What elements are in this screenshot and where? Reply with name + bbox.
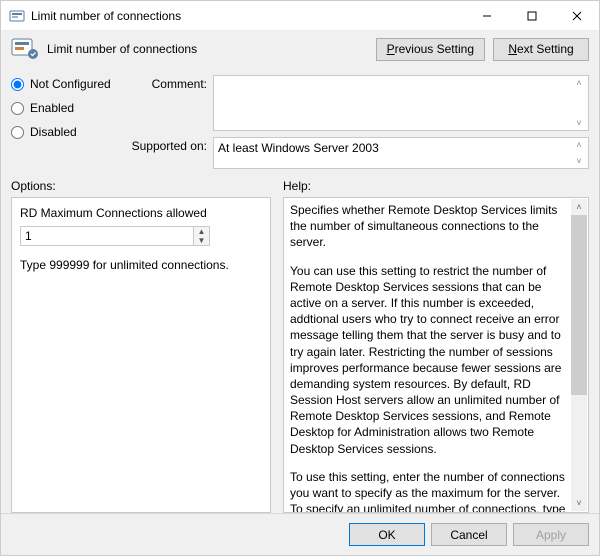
supported-label: Supported on: (129, 137, 207, 153)
policy-header: Limit number of connections Previous Set… (11, 37, 589, 61)
supported-field: At least Windows Server 2003 ˄ ˅ (213, 137, 589, 169)
max-connections-stepper[interactable]: ▲ ▼ (20, 226, 210, 246)
scroll-down-icon[interactable]: ˅ (571, 495, 587, 511)
help-paragraph: To use this setting, enter the number of… (290, 469, 570, 513)
supported-scroll[interactable]: ˄ ˅ (571, 139, 587, 167)
scroll-up-icon[interactable]: ˄ (571, 77, 587, 89)
radio-enabled[interactable]: Enabled (11, 101, 121, 115)
comment-scroll[interactable]: ˄ ˅ (571, 77, 587, 129)
policy-icon (11, 37, 39, 61)
help-scrollbar[interactable]: ˄ ˅ (571, 199, 587, 511)
supported-row: Supported on: At least Windows Server 20… (129, 137, 589, 169)
options-pane: RD Maximum Connections allowed ▲ ▼ Type … (11, 197, 271, 513)
titlebar: Limit number of connections (1, 1, 599, 31)
panes: RD Maximum Connections allowed ▲ ▼ Type … (11, 197, 589, 513)
options-heading: Options: (11, 179, 271, 193)
stepper-up-icon[interactable]: ▲ (194, 227, 209, 236)
scrollbar-thumb[interactable] (571, 215, 587, 395)
previous-setting-button[interactable]: Previous Setting (376, 38, 485, 61)
max-connections-input[interactable] (21, 227, 193, 245)
radio-disabled-label: Disabled (30, 125, 77, 139)
ok-button[interactable]: OK (349, 523, 425, 546)
radio-disabled-input[interactable] (11, 126, 24, 139)
dialog-footer: OK Cancel Apply (1, 513, 599, 555)
options-hint: Type 999999 for unlimited connections. (20, 258, 262, 272)
scrollbar-track[interactable] (571, 395, 587, 495)
help-paragraph: Specifies whether Remote Desktop Service… (290, 202, 570, 251)
radio-not-configured-label: Not Configured (30, 77, 111, 91)
comment-row: Comment: ˄ ˅ (129, 75, 589, 131)
stepper-down-icon[interactable]: ▼ (194, 236, 209, 245)
next-setting-button[interactable]: Next Setting (493, 38, 589, 61)
radio-not-configured-input[interactable] (11, 78, 24, 91)
comment-label: Comment: (129, 75, 207, 91)
dialog-window: Limit number of connections (0, 0, 600, 556)
scroll-down-icon[interactable]: ˅ (571, 117, 587, 129)
configuration-row: Not Configured Enabled Disabled Comment: (11, 75, 589, 169)
panes-header: Options: Help: (11, 179, 589, 193)
comment-field[interactable]: ˄ ˅ (213, 75, 589, 131)
max-connections-label: RD Maximum Connections allowed (20, 206, 262, 220)
radio-enabled-input[interactable] (11, 102, 24, 115)
maximize-button[interactable] (509, 1, 554, 31)
policy-app-icon (9, 8, 25, 24)
minimize-button[interactable] (464, 1, 509, 31)
help-paragraph: You can use this setting to restrict the… (290, 263, 570, 457)
help-pane: Specifies whether Remote Desktop Service… (283, 197, 589, 513)
supported-value: At least Windows Server 2003 (218, 141, 379, 155)
cancel-button[interactable]: Cancel (431, 523, 507, 546)
apply-button[interactable]: Apply (513, 523, 589, 546)
help-heading: Help: (283, 179, 589, 193)
scroll-up-icon[interactable]: ˄ (571, 139, 587, 151)
radio-not-configured[interactable]: Not Configured (11, 77, 121, 91)
scroll-down-icon[interactable]: ˅ (571, 155, 587, 167)
close-button[interactable] (554, 1, 599, 31)
state-radio-group: Not Configured Enabled Disabled (11, 75, 121, 169)
scroll-up-icon[interactable]: ˄ (571, 199, 587, 215)
radio-disabled[interactable]: Disabled (11, 125, 121, 139)
window-title: Limit number of connections (31, 9, 464, 23)
stepper-buttons: ▲ ▼ (193, 227, 209, 245)
policy-title: Limit number of connections (47, 42, 368, 56)
meta-column: Comment: ˄ ˅ Supported on: At least Wind… (129, 75, 589, 169)
radio-enabled-label: Enabled (30, 101, 74, 115)
window-controls (464, 1, 599, 31)
dialog-body: Limit number of connections Previous Set… (1, 31, 599, 513)
